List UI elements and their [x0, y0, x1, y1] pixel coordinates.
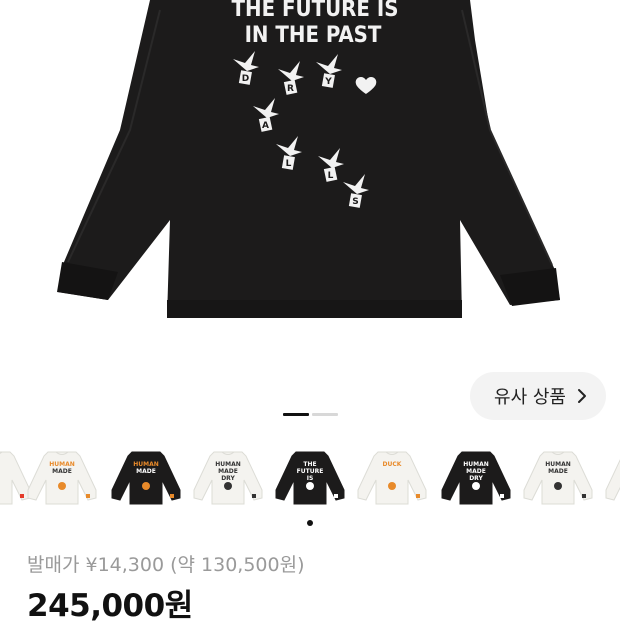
duck-letter: Y: [324, 77, 332, 87]
svg-text:DUCK: DUCK: [383, 461, 402, 468]
release-price: 발매가 ¥14,300 (약 130,500원): [27, 554, 305, 576]
svg-text:MADE: MADE: [52, 468, 72, 475]
thumbnail-product-8[interactable]: HUMAN MADE: [522, 440, 594, 512]
longsleeve-shirt-image: THE FUTURE IS IN THE PAST D R Y A L L S: [57, 0, 560, 318]
thumbnail-product-5[interactable]: THE FUTURE IS: [274, 440, 346, 512]
svg-text:MADE: MADE: [136, 468, 156, 475]
current-price: 245,000원: [27, 588, 193, 624]
carousel-dot[interactable]: [307, 520, 313, 526]
svg-text:HUMAN: HUMAN: [545, 461, 571, 468]
svg-text:MADE: MADE: [548, 468, 568, 475]
thumbnail-product-3[interactable]: HUMAN MADE: [110, 440, 182, 512]
thumbnail-product-6[interactable]: DUCK: [356, 440, 428, 512]
svg-text:HUMAN: HUMAN: [215, 461, 241, 468]
duck-letter: R: [287, 84, 294, 94]
chevron-right-icon: [577, 389, 586, 403]
thumbnail-product-7[interactable]: HUMAN MADE DRY: [440, 440, 512, 512]
duck-letter: D: [242, 74, 249, 84]
svg-text:DRY: DRY: [221, 475, 235, 482]
image-pager: [283, 413, 338, 416]
svg-text:IS: IS: [307, 475, 314, 482]
print-line-2: IN THE PAST: [245, 23, 382, 48]
svg-text:FUTURE: FUTURE: [297, 468, 324, 475]
thumbnail-product-2[interactable]: HUMAN MADE: [26, 440, 98, 512]
duck-letter: A: [262, 121, 269, 131]
svg-text:HUMAN: HUMAN: [133, 461, 159, 468]
pager-segment-2[interactable]: [312, 413, 338, 416]
thumbnail-product-4[interactable]: HUMAN MADE DRY: [192, 440, 264, 512]
related-products-carousel[interactable]: HUMAN MADE HUMAN MADE HUMAN MADE DRY THE…: [0, 440, 620, 520]
print-line-1: THE FUTURE IS: [232, 0, 399, 22]
similar-products-button[interactable]: 유사 상품: [470, 372, 606, 420]
svg-text:HUMAN: HUMAN: [463, 461, 489, 468]
similar-products-label: 유사 상품: [494, 387, 566, 408]
thumbnail-product-9[interactable]: [604, 440, 620, 512]
duck-letter: L: [286, 159, 292, 169]
svg-text:MADE: MADE: [466, 468, 486, 475]
product-hero-image[interactable]: THE FUTURE IS IN THE PAST D R Y A L L S: [0, 0, 620, 370]
pager-segment-1[interactable]: [283, 413, 309, 416]
svg-text:HUMAN: HUMAN: [49, 461, 75, 468]
duck-letter: L: [328, 171, 334, 181]
svg-text:DRY: DRY: [469, 475, 483, 482]
duck-letter: S: [352, 197, 358, 207]
svg-text:THE: THE: [303, 461, 316, 468]
svg-text:MADE: MADE: [218, 468, 238, 475]
